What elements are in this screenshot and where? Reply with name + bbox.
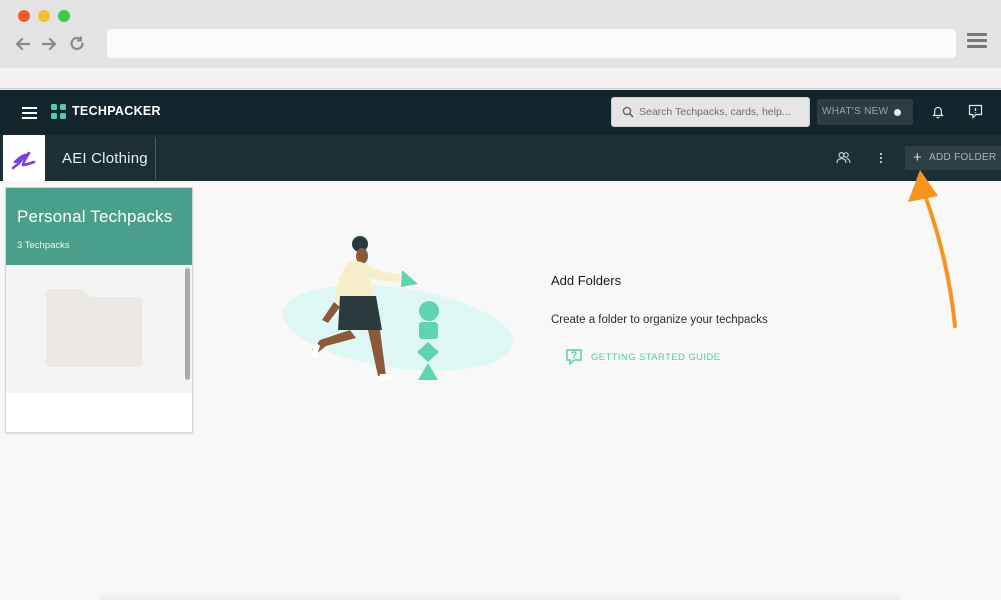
help-chat-icon xyxy=(566,349,582,366)
techpacker-logo-icon xyxy=(51,104,66,119)
team-members-icon[interactable] xyxy=(836,151,851,164)
folder-card-body xyxy=(6,265,192,393)
card-scrollbar[interactable] xyxy=(185,268,190,380)
divider xyxy=(155,137,156,180)
empty-state-illustration xyxy=(282,236,514,380)
folder-card-title: Personal Techpacks xyxy=(17,207,173,226)
reload-icon[interactable] xyxy=(67,34,87,54)
search-icon xyxy=(622,106,634,118)
add-folder-label: ADD FOLDER xyxy=(929,152,997,163)
brand-name[interactable]: TECHPACKER xyxy=(72,104,161,118)
folder-card-header: Personal Techpacks 3 Techpacks xyxy=(6,188,192,265)
whats-new-label: WHAT'S NEW xyxy=(822,106,889,117)
empty-state-description: Create a folder to organize your techpac… xyxy=(551,314,768,326)
close-window-button[interactable] xyxy=(18,10,30,22)
empty-state-title: Add Folders xyxy=(551,273,622,288)
forward-arrow-icon[interactable] xyxy=(39,34,59,54)
hamburger-menu-icon[interactable] xyxy=(22,107,37,119)
maximize-window-button[interactable] xyxy=(58,10,70,22)
back-arrow-icon[interactable] xyxy=(13,34,33,54)
browser-menu-icon[interactable] xyxy=(967,33,987,53)
minimize-window-button[interactable] xyxy=(38,10,50,22)
search-input[interactable] xyxy=(639,98,807,126)
whats-new-button[interactable]: WHAT'S NEW xyxy=(817,99,913,125)
workspace-name[interactable]: AEI Clothing xyxy=(62,150,148,167)
folder-card-count: 3 Techpacks xyxy=(17,240,70,251)
workspace-logo[interactable] xyxy=(3,135,45,181)
address-bar[interactable] xyxy=(107,29,956,58)
folder-card-personal-techpacks[interactable]: Personal Techpacks 3 Techpacks xyxy=(5,187,193,433)
global-search[interactable] xyxy=(611,97,810,127)
getting-started-guide-link[interactable]: GETTING STARTED GUIDE xyxy=(565,347,720,367)
browser-tab-strip xyxy=(0,68,1001,89)
annotation-arrow-icon xyxy=(908,170,957,328)
guide-link-label: GETTING STARTED GUIDE xyxy=(591,351,721,363)
signature-logo-icon xyxy=(11,151,36,170)
more-options-icon[interactable] xyxy=(878,152,884,164)
notification-dot-icon xyxy=(894,109,901,116)
bell-icon[interactable] xyxy=(932,106,944,119)
folder-icon xyxy=(46,289,142,367)
browser-titlebar xyxy=(0,0,1001,68)
add-folder-button[interactable]: + ADD FOLDER xyxy=(905,146,1001,170)
plus-icon: + xyxy=(913,149,923,166)
bottom-shadow xyxy=(100,590,900,600)
help-chat-icon[interactable] xyxy=(968,104,983,119)
